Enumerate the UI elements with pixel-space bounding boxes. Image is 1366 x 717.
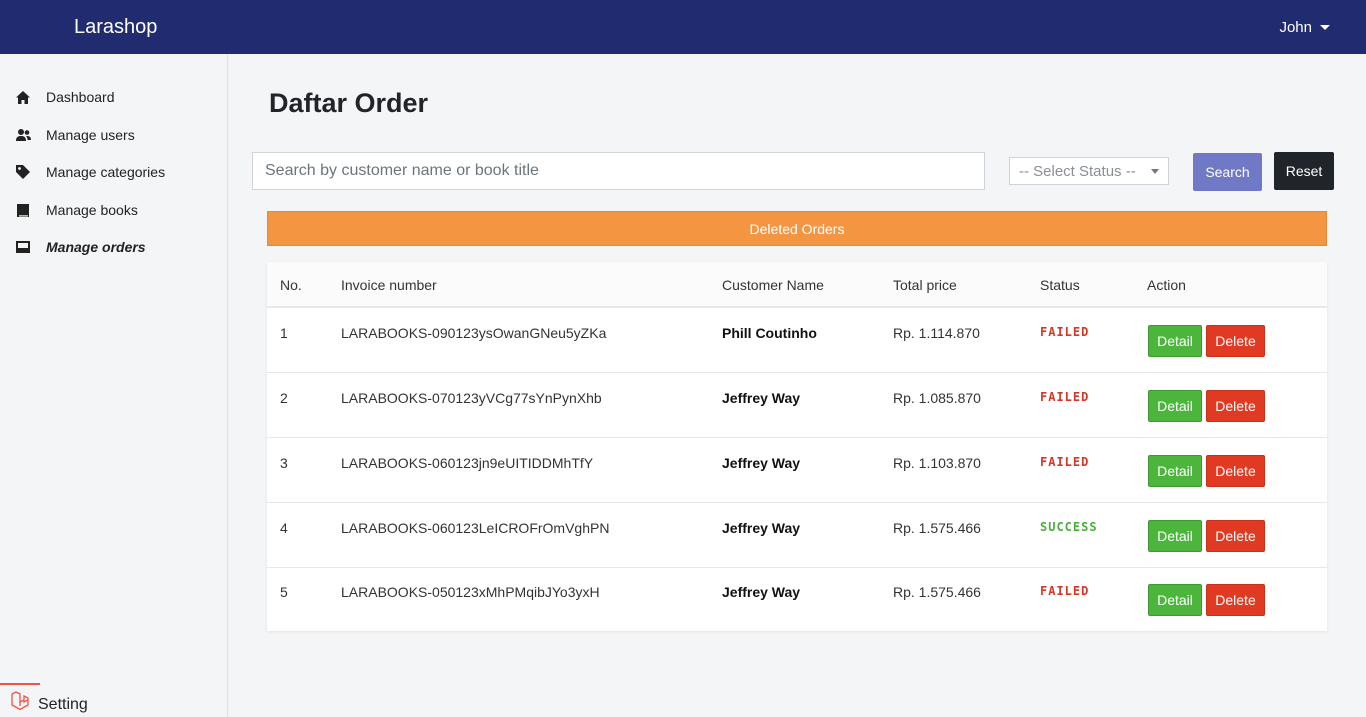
delete-button[interactable]: Delete xyxy=(1206,325,1265,357)
status-badge: FAILED xyxy=(1040,325,1090,339)
delete-button[interactable]: Delete xyxy=(1206,455,1265,487)
column-header: Status xyxy=(1040,277,1080,293)
row-number: 3 xyxy=(280,455,288,471)
invoice-number: LARABOOKS-060123jn9eUITIDDMhTfY xyxy=(341,455,594,471)
sidebar-item-dashboard[interactable]: Dashboard xyxy=(14,89,115,105)
invoice-number: LARABOOKS-060123LeICROFrOmVghPN xyxy=(341,520,610,536)
page-title: Daftar Order xyxy=(269,88,429,118)
laravel-icon[interactable] xyxy=(0,683,40,717)
total-price: Rp. 1.575.466 xyxy=(893,584,981,600)
status-select[interactable]: -- Select Status -- xyxy=(1009,157,1169,185)
user-name: John xyxy=(1279,19,1312,36)
sidebar-item-users[interactable]: Manage users xyxy=(14,127,135,143)
sidebar-item-label: Dashboard xyxy=(46,89,115,105)
home-icon xyxy=(14,89,32,105)
row-number: 1 xyxy=(280,325,288,341)
sidebar-item-categories[interactable]: Manage categories xyxy=(14,164,165,180)
invoice-number: LARABOOKS-050123xMhPMqibJYo3yxH xyxy=(341,584,600,600)
table-row: 5 LARABOOKS-050123xMhPMqibJYo3yxH Jeffre… xyxy=(267,567,1327,632)
table-row: 2 LARABOOKS-070123yVCg77sYnPynXhb Jeffre… xyxy=(267,373,1327,438)
tag-icon xyxy=(14,164,32,180)
orders-table: No. Invoice number Customer Name Total p… xyxy=(267,262,1327,631)
brand-logo[interactable]: Larashop xyxy=(74,16,157,39)
table-row: 4 LARABOOKS-060123LeICROFrOmVghPN Jeffre… xyxy=(267,503,1327,568)
column-header: Customer Name xyxy=(722,277,824,293)
row-number: 5 xyxy=(280,584,288,600)
total-price: Rp. 1.114.870 xyxy=(893,325,980,341)
chevron-down-icon xyxy=(1151,168,1159,174)
customer-name: Phill Coutinho xyxy=(722,325,817,341)
detail-button[interactable]: Detail xyxy=(1148,455,1202,487)
search-button[interactable]: Search xyxy=(1193,153,1262,191)
sidebar-item-books[interactable]: Manage books xyxy=(14,202,138,218)
row-number: 4 xyxy=(280,520,288,536)
total-price: Rp. 1.103.870 xyxy=(893,455,981,471)
table-row: 1 LARABOOKS-090123ysOwanGNeu5yZKa Phill … xyxy=(267,308,1327,373)
delete-button[interactable]: Delete xyxy=(1206,520,1265,552)
delete-button[interactable]: Delete xyxy=(1206,390,1265,422)
inbox-icon xyxy=(14,239,32,255)
table-row: 3 LARABOOKS-060123jn9eUITIDDMhTfY Jeffre… xyxy=(267,438,1327,503)
status-select-value: -- Select Status -- xyxy=(1019,162,1136,180)
sidebar-item-label: Manage users xyxy=(46,127,135,143)
invoice-number: LARABOOKS-090123ysOwanGNeu5yZKa xyxy=(341,325,607,341)
table-header: No. Invoice number Customer Name Total p… xyxy=(267,262,1327,308)
status-badge: FAILED xyxy=(1040,390,1090,404)
column-header: No. xyxy=(280,277,302,293)
total-price: Rp. 1.575.466 xyxy=(893,520,981,536)
delete-button[interactable]: Delete xyxy=(1206,584,1265,616)
status-badge: FAILED xyxy=(1040,455,1090,469)
sidebar: Dashboard Manage users Manage categories… xyxy=(0,54,228,717)
column-header: Action xyxy=(1147,277,1186,293)
search-input[interactable] xyxy=(252,152,985,190)
customer-name: Jeffrey Way xyxy=(722,520,801,536)
sidebar-item-label: Manage books xyxy=(46,202,138,218)
setting-label[interactable]: Setting xyxy=(38,696,88,714)
status-badge: FAILED xyxy=(1040,584,1090,598)
detail-button[interactable]: Detail xyxy=(1148,584,1202,616)
status-badge: SUCCESS xyxy=(1040,520,1098,534)
book-icon xyxy=(14,202,32,218)
invoice-number: LARABOOKS-070123yVCg77sYnPynXhb xyxy=(341,390,602,406)
detail-button[interactable]: Detail xyxy=(1148,520,1202,552)
user-menu[interactable]: John xyxy=(1279,19,1330,36)
customer-name: Jeffrey Way xyxy=(722,390,801,406)
total-price: Rp. 1.085.870 xyxy=(893,390,981,406)
sidebar-item-orders[interactable]: Manage orders xyxy=(14,239,146,255)
top-navbar: Larashop John xyxy=(0,0,1366,54)
reset-button[interactable]: Reset xyxy=(1274,152,1334,190)
sidebar-item-label: Manage orders xyxy=(46,239,146,255)
users-icon xyxy=(14,127,32,143)
detail-button[interactable]: Detail xyxy=(1148,390,1202,422)
detail-button[interactable]: Detail xyxy=(1148,325,1202,357)
sidebar-item-label: Manage categories xyxy=(46,164,166,180)
customer-name: Jeffrey Way xyxy=(722,584,801,600)
column-header: Invoice number xyxy=(341,277,437,293)
customer-name: Jeffrey Way xyxy=(722,455,801,471)
deleted-orders-button[interactable]: Deleted Orders xyxy=(267,211,1327,246)
column-header: Total price xyxy=(893,277,957,293)
chevron-down-icon xyxy=(1320,25,1330,30)
row-number: 2 xyxy=(280,390,288,406)
